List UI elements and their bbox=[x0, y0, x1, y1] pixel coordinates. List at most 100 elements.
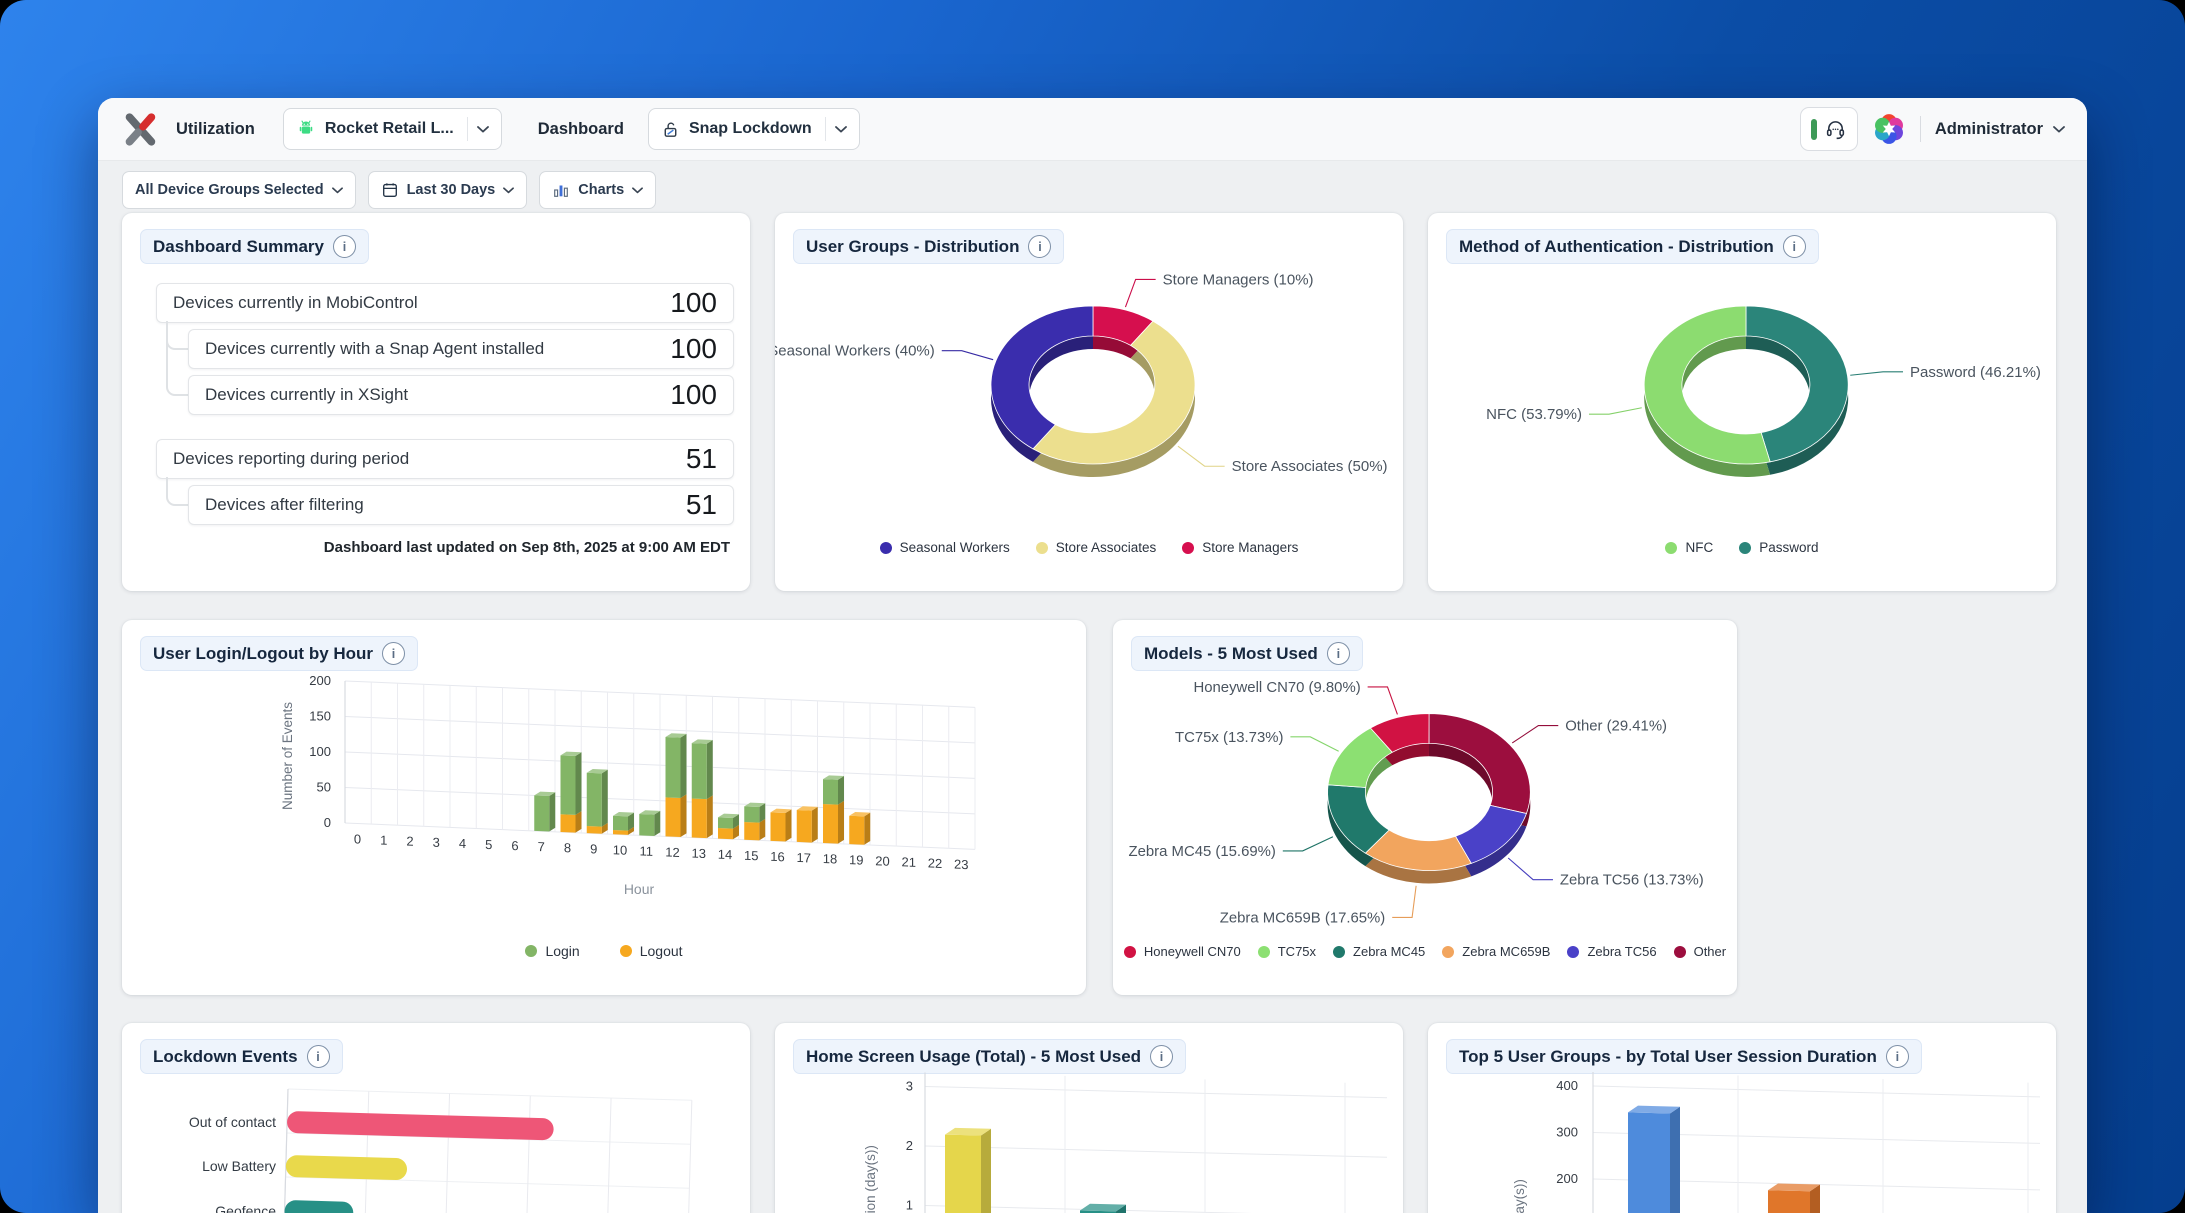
info-icon[interactable]: i bbox=[1028, 235, 1051, 258]
divider bbox=[825, 117, 826, 141]
date-range-filter[interactable]: Last 30 Days bbox=[368, 171, 528, 209]
legend-item[interactable]: Password bbox=[1739, 540, 1818, 555]
svg-text:0: 0 bbox=[324, 815, 331, 830]
product-title: Utilization bbox=[176, 120, 255, 139]
legend-dot bbox=[1739, 542, 1751, 554]
svg-text:5: 5 bbox=[485, 837, 492, 852]
home-screen-usage-bar-chart: 321Screen Duration (day(s)) bbox=[775, 1059, 1403, 1213]
svg-text:200: 200 bbox=[1556, 1171, 1578, 1186]
support-button[interactable] bbox=[1800, 107, 1858, 151]
legend-label: Logout bbox=[640, 943, 683, 959]
svg-text:Number of Events: Number of Events bbox=[280, 702, 295, 810]
date-range-value: Last 30 Days bbox=[407, 182, 496, 198]
legend-item[interactable]: Store Managers bbox=[1182, 540, 1298, 555]
svg-text:14: 14 bbox=[718, 847, 732, 863]
legend-dot bbox=[1182, 542, 1194, 554]
svg-text:Out of contact: Out of contact bbox=[189, 1114, 276, 1130]
legend-item[interactable]: Zebra MC659B bbox=[1442, 944, 1550, 959]
chart-legend: Seasonal Workers Store Associates Store Ma… bbox=[775, 540, 1403, 555]
svg-text:300: 300 bbox=[1556, 1125, 1578, 1140]
top-user-groups-bar-chart: 400300200100Time (day(s)) bbox=[1428, 1059, 2056, 1213]
filter-bar: All Device Groups Selected Last 30 Days … bbox=[98, 161, 2087, 209]
svg-text:8: 8 bbox=[564, 840, 571, 855]
legend-label: Zebra MC45 bbox=[1353, 944, 1425, 959]
legend-item[interactable]: Store Associates bbox=[1036, 540, 1157, 555]
legend-label: Zebra TC56 bbox=[1587, 944, 1656, 959]
svg-text:1: 1 bbox=[906, 1198, 913, 1213]
svg-text:7: 7 bbox=[538, 839, 545, 854]
svg-text:Geofence: Geofence bbox=[215, 1203, 276, 1213]
legend-dot bbox=[1442, 946, 1454, 958]
models-card: Models - 5 Most Used i Other (29.41%)Zeb… bbox=[1113, 620, 1737, 995]
summary-row-value: 100 bbox=[670, 287, 717, 319]
last-updated-text: Dashboard last updated on Sep 8th, 2025 … bbox=[324, 539, 730, 556]
view-mode-value: Charts bbox=[578, 182, 624, 198]
svg-text:Low Battery: Low Battery bbox=[202, 1158, 276, 1174]
chevron-down-icon bbox=[632, 187, 643, 194]
legend-item[interactable]: Seasonal Workers bbox=[880, 540, 1010, 555]
legend-dot bbox=[1567, 946, 1579, 958]
svg-text:21: 21 bbox=[902, 854, 916, 870]
view-mode-filter[interactable]: Charts bbox=[539, 171, 656, 209]
svg-text:11: 11 bbox=[640, 843, 653, 859]
device-groups-filter-value: All Device Groups Selected bbox=[135, 182, 324, 198]
card-title: Dashboard Summary bbox=[153, 237, 324, 257]
info-icon[interactable]: i bbox=[382, 642, 405, 665]
tree-connector bbox=[166, 321, 188, 396]
summary-row: Devices reporting during period 51 bbox=[156, 439, 734, 479]
info-icon[interactable]: i bbox=[333, 235, 356, 258]
ai-star-icon[interactable] bbox=[1872, 112, 1906, 146]
svg-text:Zebra TC56 (13.73%): Zebra TC56 (13.73%) bbox=[1560, 873, 1704, 889]
bar-chart-icon bbox=[552, 181, 570, 199]
user-menu[interactable]: Administrator bbox=[1935, 120, 2065, 139]
svg-text:Zebra MC45 (15.69%): Zebra MC45 (15.69%) bbox=[1129, 844, 1276, 860]
legend-item[interactable]: Logout bbox=[620, 943, 683, 959]
svg-text:3: 3 bbox=[906, 1079, 913, 1094]
legend-item[interactable]: Zebra TC56 bbox=[1567, 944, 1656, 959]
svg-text:17: 17 bbox=[797, 850, 811, 866]
legend-item[interactable]: Zebra MC45 bbox=[1333, 944, 1425, 959]
legend-label: TC75x bbox=[1278, 944, 1316, 959]
card-title: User Groups - Distribution bbox=[806, 237, 1019, 257]
svg-text:15: 15 bbox=[744, 848, 758, 864]
legend-item[interactable]: NFC bbox=[1665, 540, 1713, 555]
legend-label: Store Managers bbox=[1202, 540, 1298, 555]
android-icon bbox=[296, 119, 316, 139]
divider bbox=[1920, 116, 1921, 142]
legend-label: Honeywell CN70 bbox=[1144, 944, 1241, 959]
summary-row-label: Devices currently in XSight bbox=[205, 385, 408, 405]
user-name: Administrator bbox=[1935, 120, 2043, 139]
legend-label: Zebra MC659B bbox=[1462, 944, 1550, 959]
legend-dot bbox=[620, 945, 632, 957]
lockdown-events-bar-chart: Out of contact Low Battery Geofence bbox=[122, 1059, 750, 1213]
svg-text:Password (46.21%): Password (46.21%) bbox=[1910, 364, 2041, 381]
svg-text:13: 13 bbox=[692, 846, 706, 862]
legend-item[interactable]: Login bbox=[525, 943, 579, 959]
dashboard-summary-card: Dashboard Summary i Devices currently in… bbox=[122, 213, 750, 591]
chart-legend: Honeywell CN70 TC75x Zebra MC45 Zebra MC659… bbox=[1113, 944, 1737, 959]
legend-item[interactable]: TC75x bbox=[1258, 944, 1316, 959]
desktop-background: Utilization Rocket Retail L... Dashboa bbox=[0, 0, 2185, 1213]
info-icon[interactable]: i bbox=[1783, 235, 1806, 258]
legend-item[interactable]: Other bbox=[1674, 944, 1727, 959]
dashboard-profile-selector[interactable]: Snap Lockdown bbox=[648, 108, 860, 150]
svg-text:1: 1 bbox=[380, 832, 387, 847]
legend-item[interactable]: Honeywell CN70 bbox=[1124, 944, 1241, 959]
svg-text:12: 12 bbox=[665, 844, 679, 860]
calendar-icon bbox=[381, 181, 399, 199]
svg-text:0: 0 bbox=[354, 831, 361, 846]
chevron-down-icon bbox=[332, 187, 343, 194]
svg-text:400: 400 bbox=[1556, 1078, 1578, 1093]
legend-label: Password bbox=[1759, 540, 1818, 555]
svg-text:Screen Duration (day(s)): Screen Duration (day(s)) bbox=[863, 1145, 878, 1213]
user-groups-donut-chart: Store Managers (10%)Store Associates (50… bbox=[775, 259, 1403, 529]
device-group-selector[interactable]: Rocket Retail L... bbox=[283, 108, 502, 150]
info-icon[interactable]: i bbox=[1327, 642, 1350, 665]
device-group-value: Rocket Retail L... bbox=[325, 120, 454, 138]
svg-text:150: 150 bbox=[309, 709, 331, 724]
svg-text:2: 2 bbox=[406, 834, 413, 849]
app-logo[interactable] bbox=[120, 109, 160, 149]
legend-label: Seasonal Workers bbox=[900, 540, 1010, 555]
device-groups-filter[interactable]: All Device Groups Selected bbox=[122, 171, 356, 209]
svg-text:6: 6 bbox=[511, 838, 518, 853]
